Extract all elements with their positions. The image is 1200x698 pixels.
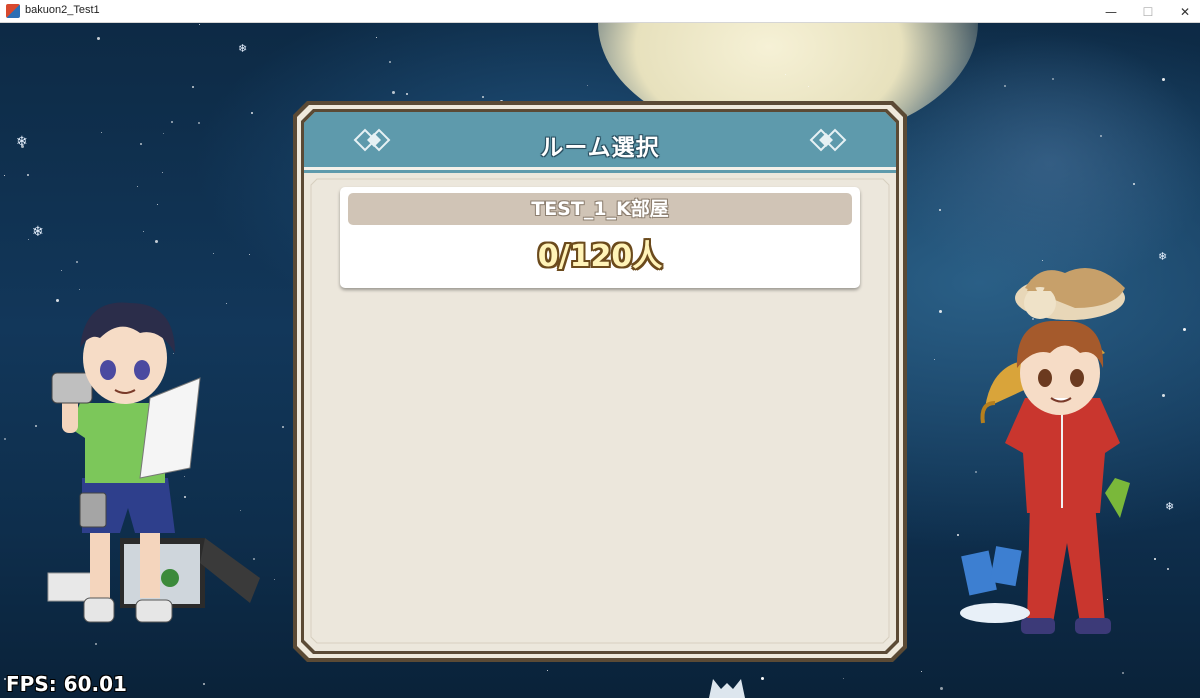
game-canvas: ❄ ❄ ❄ ❄ ❄ ルーム選択 TEST_1_K部屋 0/120人 FPS: 6…	[0, 23, 1200, 698]
star	[1133, 183, 1135, 185]
star	[27, 174, 29, 176]
star	[1122, 672, 1124, 674]
star	[163, 133, 164, 134]
star	[406, 93, 408, 95]
boy-character	[47, 302, 260, 623]
window-title: bakuon2_Test1	[25, 4, 100, 16]
star	[199, 24, 200, 25]
star	[192, 86, 194, 88]
star	[921, 671, 922, 672]
star	[482, 96, 484, 98]
star	[940, 687, 943, 690]
star	[162, 172, 163, 173]
star	[155, 240, 158, 243]
close-button[interactable]: ✕	[1162, 0, 1200, 23]
room-list-item[interactable]: TEST_1_K部屋 0/120人	[340, 187, 860, 288]
star	[4, 175, 5, 176]
snowflake-icon: ❄	[16, 134, 28, 150]
star	[140, 143, 142, 145]
dialog-title: ルーム選択	[540, 135, 660, 161]
star	[251, 112, 253, 114]
star	[1052, 78, 1054, 80]
app-icon	[6, 4, 20, 18]
star	[939, 209, 941, 211]
star	[547, 670, 548, 671]
star	[97, 37, 100, 40]
star	[101, 132, 102, 133]
star	[392, 91, 395, 94]
star	[198, 122, 200, 124]
snowflake-icon: ❄	[32, 224, 44, 240]
star	[274, 579, 275, 580]
star	[785, 74, 786, 75]
star	[376, 37, 377, 38]
star	[4, 438, 6, 440]
star	[213, 253, 214, 254]
star	[761, 677, 764, 680]
star	[137, 186, 138, 187]
star	[587, 85, 588, 86]
dialog-frame	[293, 101, 907, 662]
star	[1004, 85, 1006, 87]
star	[143, 231, 144, 232]
star	[282, 426, 284, 428]
window-titlebar[interactable]: bakuon2_Test1 — ☐ ✕	[0, 0, 1200, 23]
star	[934, 359, 935, 360]
star	[939, 310, 942, 313]
star	[76, 261, 78, 263]
star	[61, 270, 62, 271]
star	[171, 121, 173, 123]
star	[1162, 78, 1165, 81]
star	[1183, 328, 1186, 331]
cat-ears-sprite	[709, 679, 745, 698]
star	[843, 678, 844, 679]
star	[35, 425, 37, 427]
star	[808, 86, 809, 87]
star	[249, 254, 250, 255]
room-occupancy: 0/120人	[537, 239, 663, 274]
star	[95, 643, 97, 645]
room-name-bar: TEST_1_K部屋	[348, 193, 852, 225]
room-select-dialog: ルーム選択 TEST_1_K部屋 0/120人	[293, 101, 907, 662]
room-name: TEST_1_K部屋	[531, 198, 669, 220]
star	[1100, 135, 1102, 137]
girl-character	[960, 268, 1130, 634]
star	[157, 204, 158, 205]
star	[28, 239, 29, 240]
snowflake-icon: ❄	[238, 42, 248, 55]
star	[389, 61, 391, 63]
fps-counter: FPS: 60.01	[6, 672, 127, 696]
star	[203, 683, 205, 685]
